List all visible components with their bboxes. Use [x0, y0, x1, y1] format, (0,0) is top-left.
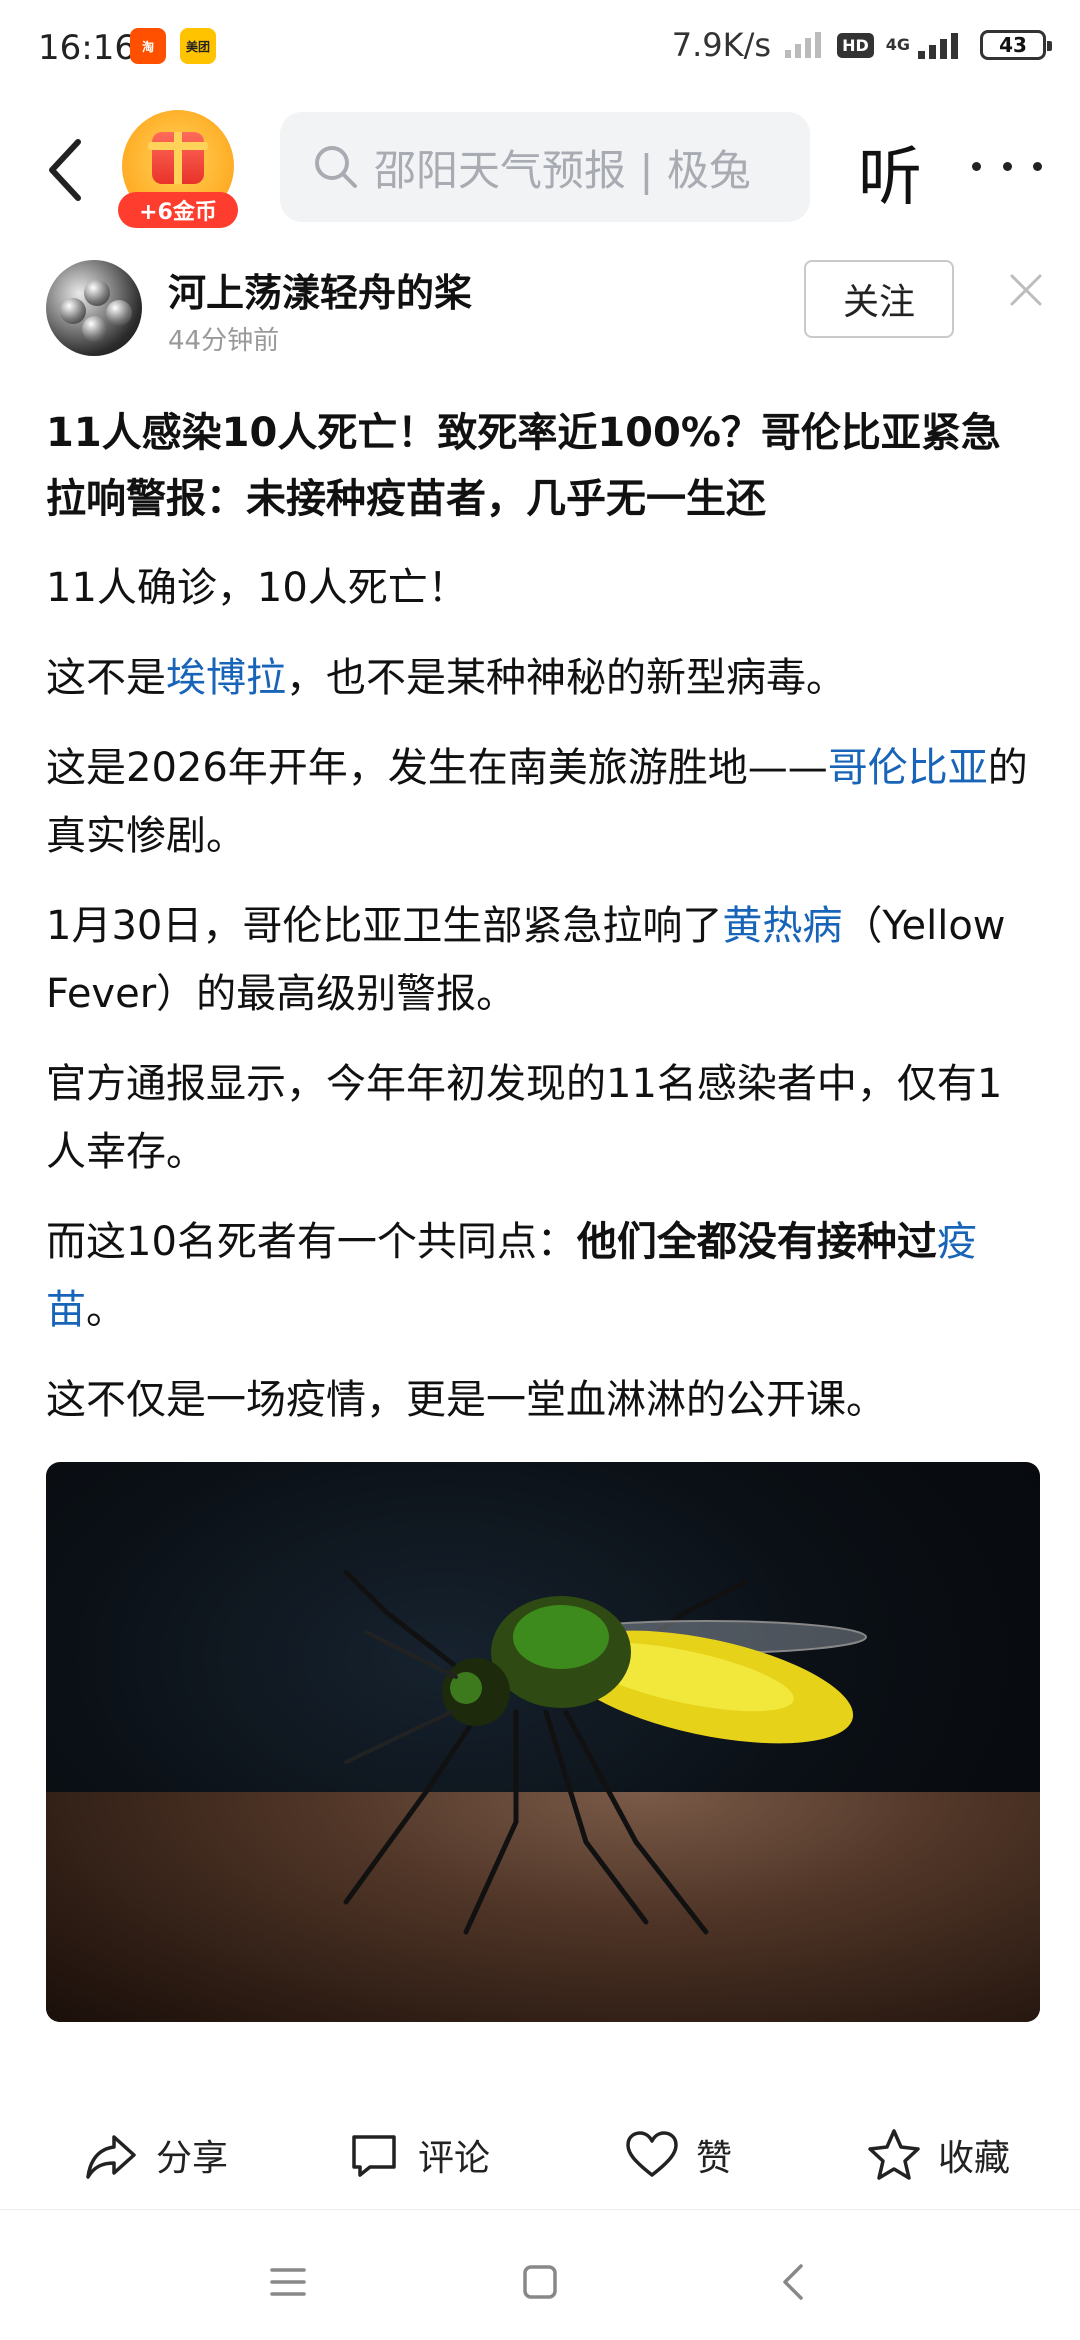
search-input[interactable]: 邵阳天气预报 | 极兔 [280, 112, 810, 222]
system-back-button[interactable] [764, 2252, 824, 2312]
network-speed: 7.9K/s [671, 26, 772, 64]
link-colombia[interactable]: 哥伦比亚 [828, 745, 988, 791]
home-button[interactable] [510, 2252, 570, 2312]
system-navigation-bar [0, 2222, 1080, 2340]
like-button[interactable]: 赞 [624, 2120, 732, 2190]
paragraph: 这是2026年开年，发生在南美旅游胜地——哥伦比亚的真实惨剧。 [46, 745, 1028, 859]
author-name[interactable]: 河上荡漾轻舟的桨 [168, 262, 472, 317]
article-body: 11人感染10人死亡！致死率近100%？哥伦比亚紧急拉响警报：未接种疫苗者，几乎… [46, 400, 1040, 2022]
paragraph: 1月30日，哥伦比亚卫生部紧急拉响了黄热病（Yellow Fever）的最高级别… [46, 903, 1006, 1017]
author-row: 河上荡漾轻舟的桨 44分钟前 关注 [0, 254, 1080, 374]
listen-button[interactable]: 听 [858, 126, 922, 218]
paragraph: 11人确诊，10人死亡！ [46, 565, 468, 611]
network-type: 4G [885, 35, 910, 54]
dot-icon [1033, 161, 1042, 171]
article-image-mosquito[interactable] [46, 1462, 1040, 2022]
close-icon[interactable] [1004, 268, 1048, 312]
status-right-group: 7.9K/s HD 4G 43 [671, 26, 1052, 64]
mosquito-illustration [343, 1569, 867, 1935]
bold-text: 他们全都没有接种过 [576, 1219, 937, 1265]
battery-indicator: 43 [980, 30, 1052, 60]
dot-icon [1002, 161, 1012, 171]
hd-badge: HD [837, 32, 874, 58]
share-icon [86, 2135, 136, 2179]
follow-button[interactable]: 关注 [804, 260, 954, 338]
taobao-icon: 淘 [130, 28, 166, 64]
article-headline: 11人感染10人死亡！致死率近100%？哥伦比亚紧急拉响警报：未接种疫苗者，几乎… [46, 410, 1001, 522]
comment-button[interactable]: 评论 [346, 2120, 490, 2190]
square-home-icon [523, 2265, 557, 2299]
meituan-icon: 美团 [180, 28, 216, 64]
status-bar: 16:16 淘 美团 7.9K/s HD 4G 43 [0, 0, 1080, 96]
paragraph: 官方通报显示，今年年初发现的11名感染者中，仅有1人幸存。 [46, 1061, 1003, 1175]
chevron-left-icon [49, 139, 81, 201]
gift-box-icon [148, 132, 208, 184]
cell-signal-icon [918, 33, 958, 59]
more-options-button[interactable] [972, 136, 1042, 196]
wifi-signal-icon [785, 32, 822, 58]
paragraph: 这不是埃博拉，也不是某种神秘的新型病毒。 [46, 655, 846, 701]
favorite-button[interactable]: 收藏 [866, 2120, 1010, 2190]
article-action-bar: 分享 评论 赞 收藏 [0, 2100, 1080, 2210]
search-placeholder: 邵阳天气预报 | 极兔 [374, 145, 751, 195]
recent-apps-button[interactable] [258, 2252, 318, 2312]
avatar[interactable] [46, 260, 142, 356]
paragraph: 而这10名死者有一个共同点：他们全都没有接种过疫苗。 [46, 1219, 977, 1333]
coin-reward-widget[interactable]: +6金币 [118, 108, 238, 228]
post-time: 44分钟前 [168, 326, 280, 356]
comment-icon [352, 2135, 396, 2177]
status-time: 16:16 [38, 28, 136, 68]
search-icon [315, 146, 357, 188]
coin-label: +6金币 [118, 192, 238, 228]
link-ebola[interactable]: 埃博拉 [166, 655, 286, 701]
share-button[interactable]: 分享 [84, 2120, 228, 2190]
heart-icon [626, 2131, 678, 2177]
paragraph: 这不仅是一场疫情，更是一堂血淋淋的公开课。 [46, 1377, 886, 1423]
star-icon [868, 2129, 920, 2180]
back-button[interactable] [36, 130, 96, 210]
chevron-left-icon [783, 2264, 803, 2300]
menu-icon [270, 2268, 306, 2296]
dot-icon [972, 161, 981, 171]
link-yellow-fever[interactable]: 黄热病 [722, 903, 842, 949]
top-navigation: +6金币 邵阳天气预报 | 极兔 听 [0, 100, 1080, 240]
